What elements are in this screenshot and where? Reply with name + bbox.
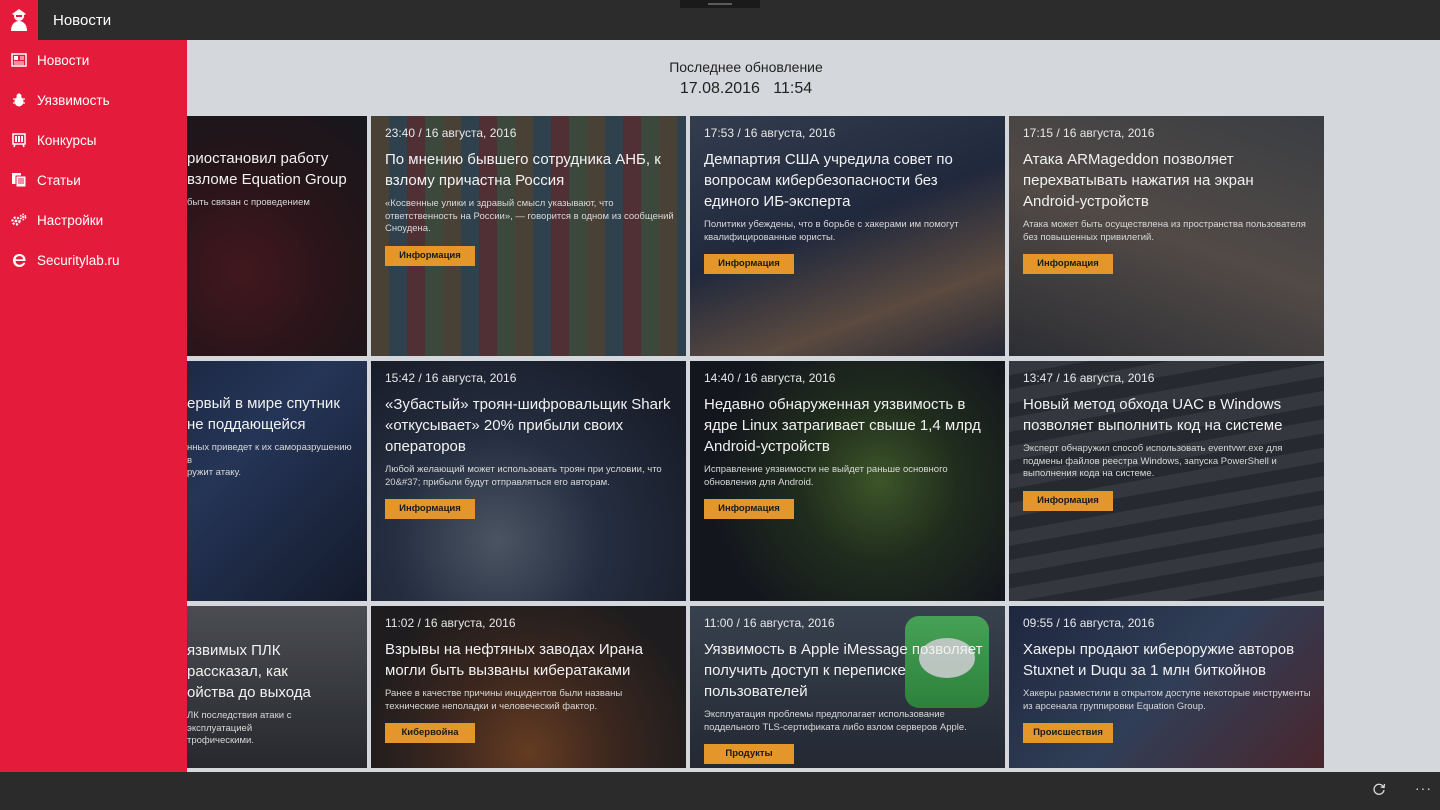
category-tag-button[interactable]: Информация (385, 499, 475, 519)
sidebar-item-news[interactable]: Новости (0, 40, 187, 80)
sidebar: Новости Уязвимость Конкурсы Статьи Настр… (0, 40, 187, 772)
sidebar-item-articles[interactable]: Статьи (0, 160, 187, 200)
news-title: Атака ARMageddon позволяет перехватывать… (1023, 151, 1254, 210)
news-title: Новый метод обхода UAC в Windows позволя… (1023, 396, 1283, 434)
sidebar-item-label: Уязвимость (37, 92, 110, 108)
bug-icon (0, 92, 37, 108)
news-card[interactable]: 17:15 / 16 августа, 2016 Атака ARMageddo… (1009, 116, 1324, 356)
category-tag-button[interactable]: Кибервойна (385, 723, 475, 743)
news-time: 09:55 / 16 августа, 2016 (1023, 616, 1155, 630)
sidebar-item-settings[interactable]: Настройки (0, 200, 187, 240)
news-card[interactable]: 09:55 / 16 августа, 2016 Хакеры продают … (1009, 606, 1324, 768)
news-desc: Эксперт обнаружил способ использовать ev… (1023, 443, 1283, 479)
browser-e-icon (0, 252, 37, 268)
newspaper-icon (0, 52, 37, 68)
news-time: 15:42 / 16 августа, 2016 (385, 371, 517, 385)
news-title: Хакеры продают кибероружие авторов Stuxn… (1023, 641, 1295, 679)
news-grid: риостановил работу взломе Equation Group… (52, 116, 1324, 768)
news-desc: Атака может быть осуществлена из простра… (1023, 219, 1306, 243)
news-time: 13:47 / 16 августа, 2016 (1023, 371, 1155, 385)
category-tag-button[interactable]: Информация (1023, 490, 1113, 511)
app-logo-icon[interactable] (0, 0, 38, 40)
news-card[interactable]: 14:40 / 16 августа, 2016 Недавно обнаруж… (690, 361, 1005, 601)
sidebar-item-label: Статьи (37, 172, 81, 188)
category-tag-button[interactable]: Информация (704, 499, 794, 519)
news-desc: Политики убеждены, что в борьбе с хакера… (704, 219, 959, 243)
sidebar-item-label: Securitylab.ru (37, 252, 120, 268)
sidebar-item-label: Новости (37, 52, 90, 68)
news-time: 17:53 / 16 августа, 2016 (704, 126, 836, 140)
news-title: Недавно обнаруженная уязвимость в ядре L… (704, 396, 981, 455)
news-title: язвимых ПЛК рассказал, как ойства до вых… (187, 642, 311, 701)
news-title: риостановил работу взломе Equation Group (187, 150, 347, 188)
category-tag-button[interactable]: Информация (385, 245, 475, 266)
news-time: 11:02 / 16 августа, 2016 (385, 616, 516, 630)
category-tag-button[interactable]: Информация (704, 254, 794, 274)
news-card[interactable]: 13:47 / 16 августа, 2016 Новый метод обх… (1009, 361, 1324, 601)
news-title: «Зубастый» троян-шифровальщик Shark «отк… (385, 396, 671, 455)
refresh-icon[interactable] (1372, 782, 1386, 799)
title-bar: Новости (0, 0, 1440, 40)
app-title: Новости (53, 11, 112, 29)
gears-icon (0, 212, 37, 228)
sidebar-item-label: Настройки (37, 212, 104, 228)
contest-icon (0, 132, 37, 148)
news-title: По мнению бывшего сотрудника АНБ, к взло… (385, 151, 661, 189)
news-desc: Исправление уязвимости не выйдет раньше … (704, 464, 948, 488)
documents-icon (0, 172, 37, 188)
news-desc: Ранее в качестве причины инцидентов были… (385, 688, 623, 712)
news-title: Взрывы на нефтяных заводах Ирана могли б… (385, 641, 643, 679)
news-desc: быть связан с проведением (187, 197, 310, 208)
sidebar-item-vulnerability[interactable]: Уязвимость (0, 80, 187, 120)
news-card[interactable]: 15:42 / 16 августа, 2016 «Зубастый» троя… (371, 361, 686, 601)
news-time: 11:00 / 16 августа, 2016 (704, 616, 835, 630)
sidebar-item-securitylab[interactable]: Securitylab.ru (0, 240, 187, 280)
news-desc: нных приведет к их саморазрушению в ружи… (187, 442, 352, 478)
news-desc: ЛК последствия атаки с эксплуатацией тро… (187, 710, 292, 746)
drag-handle[interactable] (680, 0, 760, 8)
news-title: Уязвимость в Apple iMessage позволяет по… (704, 641, 983, 700)
news-time: 17:15 / 16 августа, 2016 (1023, 126, 1155, 140)
news-time: 14:40 / 16 августа, 2016 (704, 371, 836, 385)
more-options-button[interactable]: ··· (1415, 780, 1432, 796)
sidebar-item-contests[interactable]: Конкурсы (0, 120, 187, 160)
news-card[interactable]: 23:40 / 16 августа, 2016 По мнению бывше… (371, 116, 686, 356)
news-title: ервый в мире спутник не поддающейся (187, 395, 340, 433)
category-tag-button[interactable]: Продукты (704, 744, 794, 764)
news-time: 23:40 / 16 августа, 2016 (385, 126, 517, 140)
app-window: Новости Последнее обновление 17.08.2016 … (0, 0, 1440, 810)
bottom-app-bar: ··· (0, 772, 1440, 810)
last-update-value: 17.08.2016 11:54 (679, 80, 813, 97)
update-header: Последнее обновление 17.08.2016 11:54 (0, 40, 1440, 116)
news-desc: Хакеры разместили в открытом доступе нек… (1023, 688, 1311, 712)
news-desc: Любой желающий может использовать троян … (385, 464, 662, 488)
news-title: Демпартия США учредила совет по вопросам… (704, 151, 953, 210)
news-card[interactable]: 11:02 / 16 августа, 2016 Взрывы на нефтя… (371, 606, 686, 768)
news-card[interactable]: 11:00 / 16 августа, 2016 Уязвимость в Ap… (690, 606, 1005, 768)
category-tag-button[interactable]: Происшествия (1023, 723, 1113, 743)
sidebar-item-label: Конкурсы (37, 132, 97, 148)
news-card[interactable]: 17:53 / 16 августа, 2016 Демпартия США у… (690, 116, 1005, 356)
category-tag-button[interactable]: Информация (1023, 254, 1113, 274)
news-desc: Эксплуатация проблемы предполагает испол… (704, 709, 967, 733)
last-update-label: Последнее обновление (669, 59, 823, 75)
news-desc: «Косвенные улики и здравый смысл указыва… (385, 198, 674, 234)
